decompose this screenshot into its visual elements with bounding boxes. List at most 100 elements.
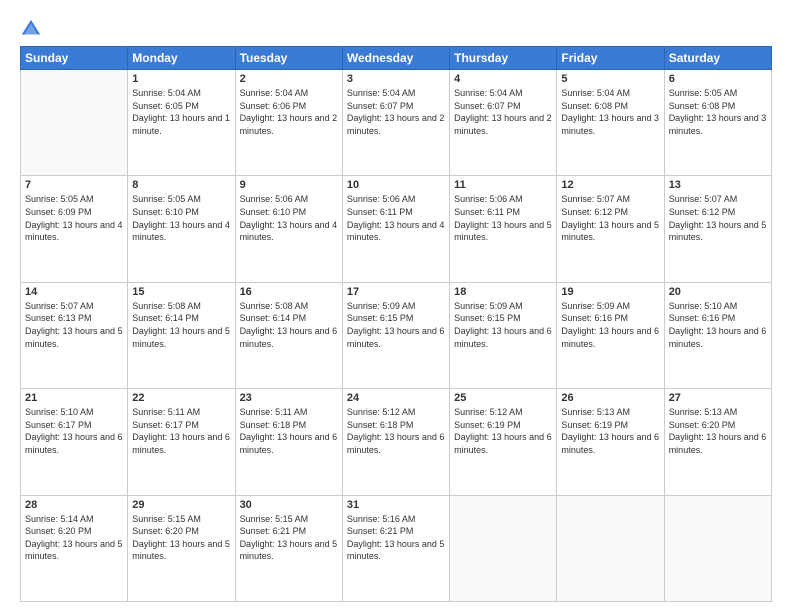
- sun-info: Sunrise: 5:04 AMSunset: 6:06 PMDaylight:…: [240, 87, 338, 137]
- sun-info: Sunrise: 5:15 AMSunset: 6:20 PMDaylight:…: [132, 513, 230, 563]
- calendar-cell: 5Sunrise: 5:04 AMSunset: 6:08 PMDaylight…: [557, 70, 664, 176]
- day-number: 6: [669, 73, 767, 85]
- day-number: 11: [454, 179, 552, 191]
- day-number: 13: [669, 179, 767, 191]
- day-number: 20: [669, 286, 767, 298]
- day-number: 5: [561, 73, 659, 85]
- calendar-cell: [664, 495, 771, 601]
- sun-info: Sunrise: 5:05 AMSunset: 6:09 PMDaylight:…: [25, 193, 123, 243]
- page: SundayMondayTuesdayWednesdayThursdayFrid…: [0, 0, 792, 612]
- weekday-header-tuesday: Tuesday: [235, 47, 342, 70]
- logo: [20, 18, 46, 40]
- calendar-cell: 6 Sunrise: 5:05 AMSunset: 6:08 PMDaylight…: [664, 70, 771, 176]
- sun-info: Sunrise: 5:05 AMSunset: 6:10 PMDaylight:…: [132, 193, 230, 243]
- day-number: 28: [25, 499, 123, 511]
- day-number: 9: [240, 179, 338, 191]
- day-number: 17: [347, 286, 445, 298]
- weekday-header-wednesday: Wednesday: [342, 47, 449, 70]
- day-number: 10: [347, 179, 445, 191]
- day-number: 3: [347, 73, 445, 85]
- calendar-cell: 25 Sunrise: 5:12 AMSunset: 6:19 PMDayligh…: [450, 389, 557, 495]
- calendar-cell: 28 Sunrise: 5:14 AMSunset: 6:20 PMDayligh…: [21, 495, 128, 601]
- sun-info: Sunrise: 5:13 AMSunset: 6:19 PMDaylight:…: [561, 406, 659, 456]
- weekday-header-row: SundayMondayTuesdayWednesdayThursdayFrid…: [21, 47, 772, 70]
- day-number: 2: [240, 73, 338, 85]
- sun-info: Sunrise: 5:07 AMSunset: 6:13 PMDaylight:…: [25, 300, 123, 350]
- weekday-header-friday: Friday: [557, 47, 664, 70]
- sun-info: Sunrise: 5:10 AMSunset: 6:16 PMDaylight:…: [669, 300, 767, 350]
- sun-info: Sunrise: 5:06 AMSunset: 6:10 PMDaylight:…: [240, 193, 338, 243]
- sun-info: Sunrise: 5:08 AMSunset: 6:14 PMDaylight:…: [132, 300, 230, 350]
- weekday-header-sunday: Sunday: [21, 47, 128, 70]
- day-number: 15: [132, 286, 230, 298]
- header: [20, 18, 772, 40]
- calendar-cell: 22Sunrise: 5:11 AMSunset: 6:17 PMDayligh…: [128, 389, 235, 495]
- sun-info: Sunrise: 5:06 AMSunset: 6:11 PMDaylight:…: [454, 193, 552, 243]
- calendar-cell: 18 Sunrise: 5:09 AMSunset: 6:15 PMDayligh…: [450, 282, 557, 388]
- sun-info: Sunrise: 5:09 AMSunset: 6:15 PMDaylight:…: [454, 300, 552, 350]
- sun-info: Sunrise: 5:12 AMSunset: 6:19 PMDaylight:…: [454, 406, 552, 456]
- day-number: 8: [132, 179, 230, 191]
- day-number: 26: [561, 392, 659, 404]
- calendar-cell: 23 Sunrise: 5:11 AMSunset: 6:18 PMDayligh…: [235, 389, 342, 495]
- calendar-week-5: 28 Sunrise: 5:14 AMSunset: 6:20 PMDayligh…: [21, 495, 772, 601]
- sun-info: Sunrise: 5:07 AMSunset: 6:12 PMDaylight:…: [669, 193, 767, 243]
- sun-info: Sunrise: 5:14 AMSunset: 6:20 PMDaylight:…: [25, 513, 123, 563]
- calendar-cell: 13 Sunrise: 5:07 AMSunset: 6:12 PMDayligh…: [664, 176, 771, 282]
- sun-info: Sunrise: 5:15 AMSunset: 6:21 PMDaylight:…: [240, 513, 338, 563]
- day-number: 25: [454, 392, 552, 404]
- calendar-cell: 1Sunrise: 5:04 AMSunset: 6:05 PMDaylight…: [128, 70, 235, 176]
- calendar-cell: 12 Sunrise: 5:07 AMSunset: 6:12 PMDayligh…: [557, 176, 664, 282]
- calendar-cell: 27Sunrise: 5:13 AMSunset: 6:20 PMDayligh…: [664, 389, 771, 495]
- day-number: 7: [25, 179, 123, 191]
- calendar-week-4: 21 Sunrise: 5:10 AMSunset: 6:17 PMDayligh…: [21, 389, 772, 495]
- calendar-cell: 4 Sunrise: 5:04 AMSunset: 6:07 PMDaylight…: [450, 70, 557, 176]
- day-number: 30: [240, 499, 338, 511]
- sun-info: Sunrise: 5:11 AMSunset: 6:18 PMDaylight:…: [240, 406, 338, 456]
- calendar-cell: 21 Sunrise: 5:10 AMSunset: 6:17 PMDayligh…: [21, 389, 128, 495]
- day-number: 31: [347, 499, 445, 511]
- sun-info: Sunrise: 5:09 AMSunset: 6:16 PMDaylight:…: [561, 300, 659, 350]
- sun-info: Sunrise: 5:07 AMSunset: 6:12 PMDaylight:…: [561, 193, 659, 243]
- sun-info: Sunrise: 5:11 AMSunset: 6:17 PMDaylight:…: [132, 406, 230, 456]
- day-number: 18: [454, 286, 552, 298]
- calendar-cell: 10 Sunrise: 5:06 AMSunset: 6:11 PMDayligh…: [342, 176, 449, 282]
- sun-info: Sunrise: 5:09 AMSunset: 6:15 PMDaylight:…: [347, 300, 445, 350]
- sun-info: Sunrise: 5:04 AMSunset: 6:07 PMDaylight:…: [347, 87, 445, 137]
- sun-info: Sunrise: 5:04 AMSunset: 6:07 PMDaylight:…: [454, 87, 552, 137]
- sun-info: Sunrise: 5:12 AMSunset: 6:18 PMDaylight:…: [347, 406, 445, 456]
- sun-info: Sunrise: 5:08 AMSunset: 6:14 PMDaylight:…: [240, 300, 338, 350]
- calendar-cell: 11 Sunrise: 5:06 AMSunset: 6:11 PMDayligh…: [450, 176, 557, 282]
- calendar-week-2: 7 Sunrise: 5:05 AMSunset: 6:09 PMDaylight…: [21, 176, 772, 282]
- weekday-header-thursday: Thursday: [450, 47, 557, 70]
- day-number: 21: [25, 392, 123, 404]
- day-number: 19: [561, 286, 659, 298]
- day-number: 4: [454, 73, 552, 85]
- calendar-cell: 3 Sunrise: 5:04 AMSunset: 6:07 PMDaylight…: [342, 70, 449, 176]
- calendar-cell: 29Sunrise: 5:15 AMSunset: 6:20 PMDayligh…: [128, 495, 235, 601]
- calendar-cell: 31Sunrise: 5:16 AMSunset: 6:21 PMDayligh…: [342, 495, 449, 601]
- weekday-header-saturday: Saturday: [664, 47, 771, 70]
- day-number: 16: [240, 286, 338, 298]
- calendar-cell: 15 Sunrise: 5:08 AMSunset: 6:14 PMDayligh…: [128, 282, 235, 388]
- calendar-cell: [450, 495, 557, 601]
- calendar-cell: 2 Sunrise: 5:04 AMSunset: 6:06 PMDaylight…: [235, 70, 342, 176]
- calendar-cell: 26 Sunrise: 5:13 AMSunset: 6:19 PMDayligh…: [557, 389, 664, 495]
- sun-info: Sunrise: 5:10 AMSunset: 6:17 PMDaylight:…: [25, 406, 123, 456]
- weekday-header-monday: Monday: [128, 47, 235, 70]
- calendar-cell: 8 Sunrise: 5:05 AMSunset: 6:10 PMDaylight…: [128, 176, 235, 282]
- calendar-cell: [557, 495, 664, 601]
- calendar-cell: 19 Sunrise: 5:09 AMSunset: 6:16 PMDayligh…: [557, 282, 664, 388]
- calendar-cell: [21, 70, 128, 176]
- sun-info: Sunrise: 5:06 AMSunset: 6:11 PMDaylight:…: [347, 193, 445, 243]
- sun-info: Sunrise: 5:04 AMSunset: 6:05 PMDaylight:…: [132, 87, 230, 137]
- calendar-cell: 7 Sunrise: 5:05 AMSunset: 6:09 PMDaylight…: [21, 176, 128, 282]
- day-number: 12: [561, 179, 659, 191]
- day-number: 23: [240, 392, 338, 404]
- calendar-cell: 14Sunrise: 5:07 AMSunset: 6:13 PMDayligh…: [21, 282, 128, 388]
- calendar-cell: 20 Sunrise: 5:10 AMSunset: 6:16 PMDayligh…: [664, 282, 771, 388]
- sun-info: Sunrise: 5:05 AMSunset: 6:08 PMDaylight:…: [669, 87, 767, 137]
- day-number: 24: [347, 392, 445, 404]
- calendar-cell: 30 Sunrise: 5:15 AMSunset: 6:21 PMDayligh…: [235, 495, 342, 601]
- calendar-cell: 24 Sunrise: 5:12 AMSunset: 6:18 PMDayligh…: [342, 389, 449, 495]
